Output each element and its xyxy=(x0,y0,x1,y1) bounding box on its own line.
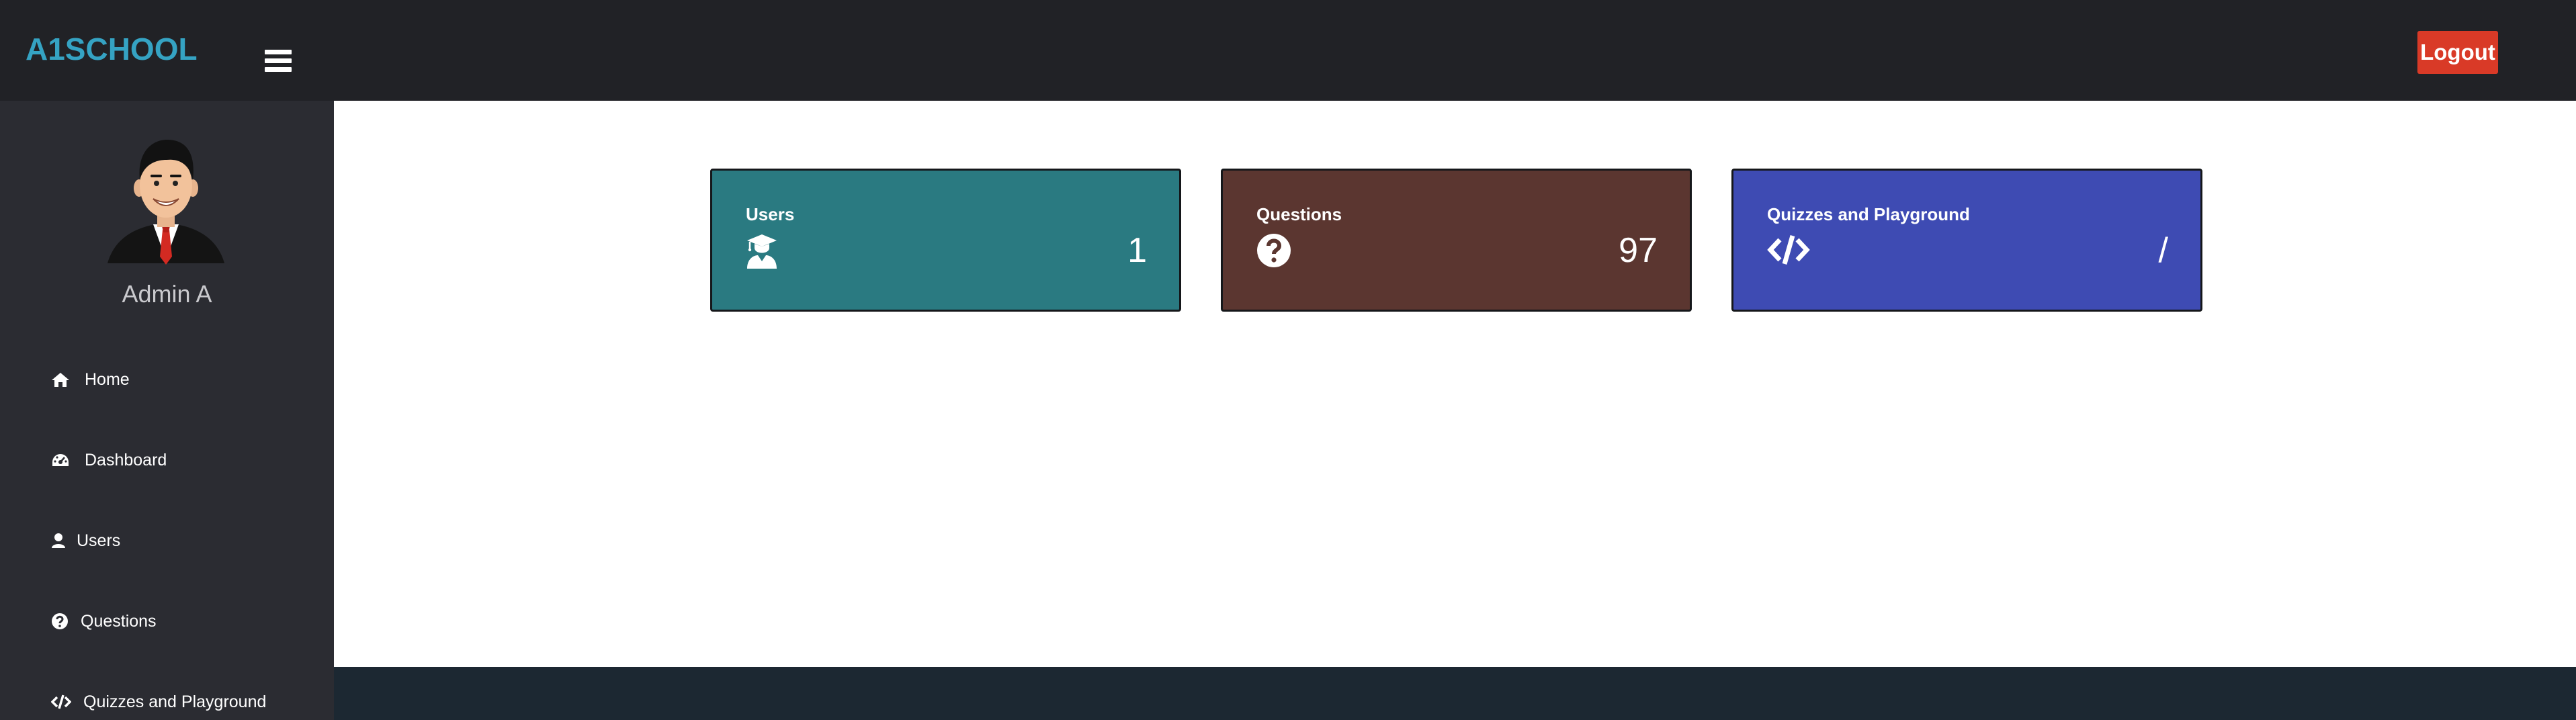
code-icon xyxy=(51,694,71,709)
users-count: 1 xyxy=(1127,231,1147,270)
users-card[interactable]: Users 1 xyxy=(710,169,1181,312)
card-title: Quizzes and Playground xyxy=(1767,204,1970,224)
question-circle-icon xyxy=(1257,234,1291,267)
footer xyxy=(334,667,2576,720)
question-circle-icon xyxy=(52,613,68,629)
quizzes-card[interactable]: Quizzes and Playground / xyxy=(1731,169,2202,312)
admin-name: Admin A xyxy=(122,280,212,308)
card-title: Questions xyxy=(1256,204,1342,224)
menu-toggle-icon[interactable] xyxy=(265,50,292,73)
brand-logo[interactable]: A1SCHOOL xyxy=(26,34,198,64)
code-icon xyxy=(1767,235,1810,265)
user-icon xyxy=(52,533,65,548)
main-content: Users 1 Questions 97 Quizzes and Playgro… xyxy=(334,101,2576,667)
sidebar-item-users[interactable]: Users xyxy=(51,527,120,554)
sidebar: Admin A Home Dashboard Users Questions Q… xyxy=(0,101,334,720)
questions-count: 97 xyxy=(1619,231,1658,270)
sidebar-item-label: Questions xyxy=(81,611,157,631)
quizzes-value: / xyxy=(2158,231,2168,270)
sidebar-item-label: Users xyxy=(77,531,121,550)
avatar xyxy=(108,140,224,265)
questions-card[interactable]: Questions 97 xyxy=(1221,169,1692,312)
sidebar-item-home[interactable]: Home xyxy=(51,366,130,393)
sidebar-item-quizzes[interactable]: Quizzes and Playground xyxy=(51,688,266,715)
graduate-icon xyxy=(747,234,777,269)
sidebar-item-label: Dashboard xyxy=(85,450,167,469)
logout-button[interactable]: Logout xyxy=(2417,31,2498,74)
card-title: Users xyxy=(746,204,795,224)
home-icon xyxy=(52,373,69,387)
sidebar-item-label: Quizzes and Playground xyxy=(83,692,267,711)
sidebar-item-questions[interactable]: Questions xyxy=(51,608,157,635)
sidebar-item-dashboard[interactable]: Dashboard xyxy=(51,447,167,474)
dashboard-icon xyxy=(52,454,69,466)
top-navbar: A1SCHOOL Logout xyxy=(0,0,2576,101)
sidebar-item-label: Home xyxy=(85,369,130,389)
